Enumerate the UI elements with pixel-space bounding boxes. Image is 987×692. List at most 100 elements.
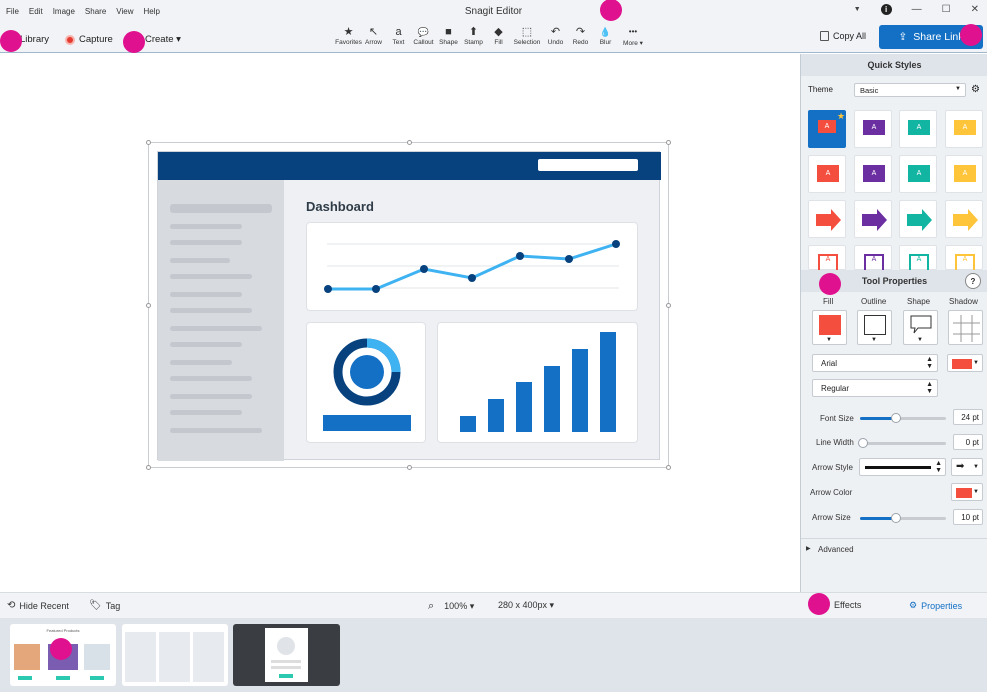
tool-undo[interactable]: ↶ Undo — [543, 25, 568, 47]
tab-fill[interactable]: Fill — [823, 297, 833, 306]
updown-icon: ▲ ▼ — [935, 460, 942, 474]
create-button[interactable]: Create ▾ — [145, 34, 181, 45]
resize-handle[interactable] — [146, 465, 151, 470]
arrow-head-select[interactable]: ➡ ▼ — [951, 458, 983, 476]
outline-swatch[interactable]: ▼ — [857, 310, 892, 345]
arrow-size-input[interactable]: 10 pt — [953, 509, 983, 525]
arrow-size-slider[interactable] — [860, 513, 946, 523]
tab-shadow[interactable]: Shadow — [949, 297, 978, 306]
tag-button[interactable]: 🏷 Tag — [89, 600, 120, 611]
close-button[interactable]: ✕ — [971, 4, 979, 15]
marker-dot — [600, 0, 622, 21]
line-width-slider[interactable] — [858, 438, 946, 448]
quick-style-swatch[interactable]: A — [899, 245, 937, 271]
chevron-right-icon[interactable]: ▶ — [806, 545, 811, 552]
minimize-button[interactable]: — — [912, 4, 922, 15]
fill-color-swatch[interactable]: ▼ — [812, 310, 847, 345]
tab-outline[interactable]: Outline — [861, 297, 886, 306]
slider-thumb[interactable] — [891, 513, 901, 523]
quick-style-swatch[interactable] — [899, 200, 937, 238]
bar — [460, 416, 476, 432]
gear-icon[interactable]: ⚙ — [971, 84, 980, 95]
window-controls: ▼ i — ☐ ✕ — [854, 4, 979, 15]
resize-handle[interactable] — [407, 140, 412, 145]
font-size-input[interactable]: 24 pt — [953, 409, 983, 425]
sidebar-line — [170, 326, 262, 331]
arrow-color-select[interactable]: ▼ — [951, 483, 983, 501]
recent-tray: Featured Products — [0, 618, 987, 692]
dashboard-search-bar — [538, 159, 638, 171]
font-weight-select[interactable]: Regular ▲ ▼ — [812, 379, 938, 397]
bar-chart-card — [437, 322, 638, 443]
tool-strip: ★ Favorites ↖ Arrow a Text 💬 Callout ■ Shape … — [335, 25, 648, 47]
info-icon[interactable]: i — [880, 4, 892, 15]
quick-style-swatch[interactable]: A — [899, 155, 937, 193]
tool-redo[interactable]: ↷ Redo — [568, 25, 593, 47]
resize-handle[interactable] — [146, 140, 151, 145]
arrow-style-select[interactable]: ▲ ▼ — [859, 458, 946, 476]
recent-thumbnail[interactable] — [122, 624, 228, 686]
donut-center — [350, 355, 384, 389]
tool-text[interactable]: a Text — [386, 25, 411, 47]
quick-style-swatch[interactable]: A — [945, 245, 983, 271]
quick-style-swatch[interactable]: A ★ — [808, 110, 846, 148]
quick-style-swatch[interactable]: A — [899, 110, 937, 148]
dimensions-control[interactable]: 280 x 400px ▾ — [498, 600, 554, 611]
dashboard-image[interactable]: Dashboard — [157, 151, 661, 461]
magnifier-icon: ⌕ — [428, 600, 435, 612]
theme-value: Basic — [860, 86, 879, 95]
quick-style-swatch[interactable] — [808, 200, 846, 238]
font-family-select[interactable]: Arial ▲ ▼ — [812, 354, 938, 372]
hide-recent-button[interactable]: ⟲ Hide Recent — [7, 600, 69, 611]
tool-fill[interactable]: ◆ Fill — [486, 25, 511, 47]
tool-arrow[interactable]: ↖ Arrow — [361, 25, 386, 47]
resize-handle[interactable] — [666, 140, 671, 145]
slider-thumb[interactable] — [891, 413, 901, 423]
advanced-toggle[interactable]: Advanced — [818, 545, 854, 554]
resize-handle[interactable] — [666, 303, 671, 308]
font-size-slider[interactable] — [860, 413, 946, 423]
marker-dot — [960, 24, 982, 46]
tool-label: Stamp — [464, 39, 483, 46]
quick-style-swatch[interactable]: A — [854, 110, 892, 148]
line-width-input[interactable]: 0 pt — [953, 434, 983, 450]
tool-stamp[interactable]: ⬆ Stamp — [461, 25, 486, 47]
dropdown-icon[interactable]: ▼ — [854, 6, 861, 13]
thumbnail-preview — [125, 632, 224, 682]
resize-handle[interactable] — [146, 303, 151, 308]
tool-callout[interactable]: 💬 Callout — [411, 25, 436, 47]
trend-point — [324, 285, 332, 293]
help-icon[interactable]: ? — [965, 273, 981, 289]
quick-style-swatch[interactable] — [854, 200, 892, 238]
copy-icon — [820, 31, 829, 41]
shape-swatch[interactable]: ▼ — [903, 310, 938, 345]
tab-shape[interactable]: Shape — [907, 297, 930, 306]
quick-style-swatch[interactable]: A — [945, 155, 983, 193]
tool-blur[interactable]: 💧 Blur — [593, 25, 618, 47]
maximize-button[interactable]: ☐ — [942, 4, 951, 15]
quick-style-swatch[interactable]: A — [945, 110, 983, 148]
shadow-swatch[interactable] — [948, 310, 983, 345]
recent-thumbnail[interactable] — [233, 624, 340, 686]
resize-handle[interactable] — [666, 465, 671, 470]
quick-style-swatch[interactable] — [945, 200, 983, 238]
properties-button[interactable]: ⚙ Properties — [909, 600, 962, 611]
theme-select[interactable]: Basic ▼ — [854, 83, 966, 97]
copy-all-button[interactable]: Copy All — [820, 31, 866, 41]
capture-button[interactable]: Capture — [65, 34, 113, 45]
text-color-select[interactable]: ▼ — [947, 354, 983, 372]
effects-button[interactable]: Effects — [828, 600, 861, 610]
quick-style-swatch[interactable]: A — [854, 245, 892, 271]
zoom-control[interactable]: ⌕ 100% ▾ — [428, 600, 474, 613]
tool-shape[interactable]: ■ Shape — [436, 25, 461, 47]
quick-style-swatch[interactable]: A — [808, 245, 846, 271]
tool-favorites[interactable]: ★ Favorites — [335, 25, 362, 47]
resize-handle[interactable] — [407, 465, 412, 470]
font-size-label: Font Size — [820, 414, 854, 423]
arrow-style-red — [816, 209, 841, 231]
quick-style-swatch[interactable]: A — [854, 155, 892, 193]
tool-selection[interactable]: ⬚ Selection — [511, 25, 543, 47]
slider-thumb[interactable] — [858, 438, 868, 448]
tool-more[interactable]: ••• More ▾ — [618, 25, 648, 47]
quick-style-swatch[interactable]: A — [808, 155, 846, 193]
